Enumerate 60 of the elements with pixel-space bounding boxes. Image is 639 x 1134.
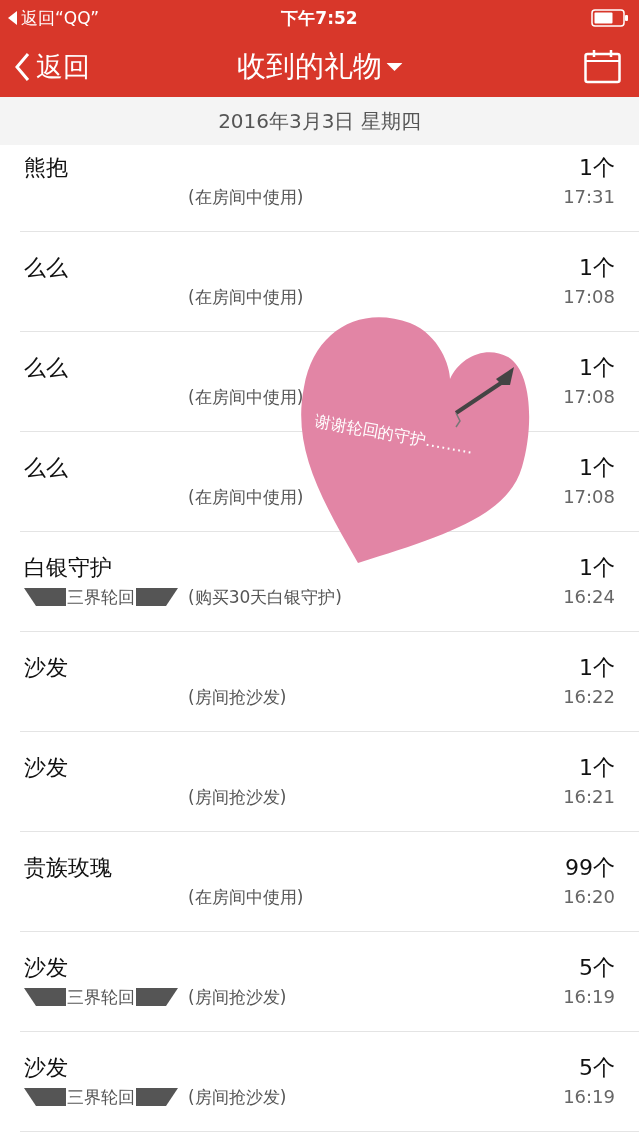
gift-name: 贵族玫瑰 — [24, 854, 113, 882]
gift-time: 17:08 — [563, 386, 615, 408]
gift-name: 白银守护 — [24, 554, 113, 582]
gift-note: (房间抢沙发) — [188, 686, 287, 708]
gift-count: 99个 — [564, 854, 615, 882]
gift-time: 16:19 — [563, 1086, 615, 1108]
back-to-app-link[interactable]: 返回“QQ” — [21, 6, 100, 30]
gift-note: (购买30天白银守护) — [188, 586, 342, 608]
sender-name: 三界轮回 — [67, 1086, 135, 1108]
gift-time: 16:24 — [563, 586, 615, 608]
sender-name: 三界轮回 — [67, 986, 135, 1008]
gift-time: 17:08 — [563, 486, 615, 508]
chevron-left-icon — [14, 51, 30, 82]
gift-time: 17:31 — [563, 186, 615, 208]
gift-time: 16:20 — [563, 886, 615, 908]
ribbon-icon — [24, 588, 66, 606]
battery-icon — [591, 9, 629, 27]
ribbon-icon — [136, 988, 178, 1006]
gift-name: 么么 — [24, 254, 69, 282]
gift-count: 1个 — [578, 754, 615, 782]
gift-name: 么么 — [24, 354, 69, 382]
gift-note: (在房间中使用) — [188, 186, 304, 208]
gift-name: 沙发 — [24, 954, 69, 982]
gift-count: 1个 — [578, 154, 615, 182]
gift-count: 5个 — [578, 1054, 615, 1082]
calendar-icon[interactable] — [584, 49, 621, 84]
back-button[interactable]: 返回 — [14, 48, 90, 85]
gift-name: 熊抱 — [24, 154, 69, 182]
caret-icon — [386, 61, 402, 72]
ribbon-icon — [136, 1088, 178, 1106]
gift-note: (在房间中使用) — [188, 486, 304, 508]
gift-name: 沙发 — [24, 1054, 69, 1082]
gift-time: 16:22 — [563, 686, 615, 708]
gift-name: 么么 — [24, 454, 69, 482]
ribbon-icon — [136, 588, 178, 606]
gift-count: 1个 — [578, 654, 615, 682]
heart-message: 谢谢轮回的守护……… — [313, 411, 475, 460]
gift-count: 1个 — [578, 354, 615, 382]
gift-name: 沙发 — [24, 654, 69, 682]
gift-note: (在房间中使用) — [188, 386, 304, 408]
ribbon-icon — [24, 988, 66, 1006]
status-time: 下午7:52 — [281, 6, 358, 30]
ribbon-icon — [24, 1088, 66, 1106]
title-dropdown[interactable]: 收到的礼物 — [237, 46, 402, 87]
gift-count: 1个 — [578, 454, 615, 482]
gift-time: 16:19 — [563, 986, 615, 1008]
gift-time: 17:08 — [563, 286, 615, 308]
gift-note: (房间抢沙发) — [188, 1086, 287, 1108]
gift-count: 5个 — [578, 954, 615, 982]
gift-count: 1个 — [578, 254, 615, 282]
gift-note: (房间抢沙发) — [188, 986, 287, 1008]
gift-note: (房间抢沙发) — [188, 786, 287, 808]
gift-time: 16:21 — [563, 786, 615, 808]
gift-note: (在房间中使用) — [188, 886, 304, 908]
date-header: 2016年3月3日 星期四 — [0, 97, 639, 145]
sender-name: 三界轮回 — [67, 586, 135, 608]
gift-note: (在房间中使用) — [188, 286, 304, 308]
gift-count: 1个 — [578, 554, 615, 582]
back-triangle-icon — [8, 11, 18, 25]
gift-name: 沙发 — [24, 754, 69, 782]
